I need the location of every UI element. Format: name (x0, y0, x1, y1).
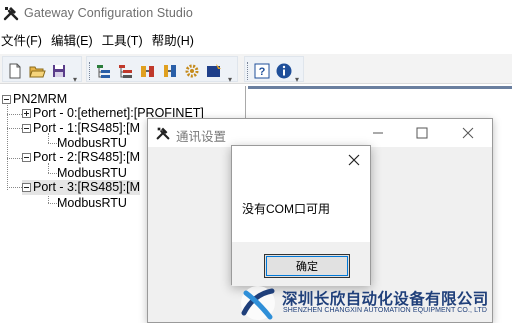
company-watermark: 深圳长欣自动化设备有限公司 SHENZHEN CHANGXIN AUTOMATI… (238, 283, 512, 323)
settings-gear-icon[interactable] (183, 62, 201, 80)
app-title: Gateway Configuration Studio (24, 6, 193, 20)
tools-icon (156, 127, 170, 140)
company-name-cn: 深圳长欣自动化设备有限公司 (282, 291, 489, 308)
add-port-icon[interactable] (95, 62, 113, 80)
tree-node-label: Port - 3:[RS485]:[M (33, 180, 140, 194)
menu-edit[interactable]: 编辑(E) (49, 30, 100, 49)
save-icon[interactable] (50, 62, 68, 80)
menu-tools[interactable]: 工具(T) (100, 30, 150, 49)
tree-leaf-label: ModbusRTU (57, 166, 127, 180)
toolbar-overflow-icon[interactable]: ▾ (295, 75, 299, 84)
tree-node-label: Port - 2:[RS485]:[M (33, 150, 140, 164)
message-text: 没有COM口可用 (242, 202, 330, 216)
collapse-icon[interactable] (22, 124, 31, 134)
toolbar: ▾ ▾ ? ▾ (0, 54, 512, 84)
tree-leaf-label: ModbusRTU (57, 196, 127, 210)
toolbar-grip[interactable] (247, 62, 250, 80)
remove-port-icon[interactable] (117, 62, 135, 80)
menu-file[interactable]: 文件(F) (0, 30, 49, 49)
tree-line (48, 143, 57, 144)
tree-root[interactable]: PN2MRM (2, 92, 67, 107)
toolbar-group-config: ▾ (86, 56, 238, 84)
ok-button[interactable]: 确定 (264, 254, 350, 278)
collapse-icon[interactable] (22, 153, 31, 163)
tree-node-port-3[interactable]: Port - 3:[RS485]:[M (22, 180, 140, 195)
help-icon[interactable]: ? (253, 62, 271, 80)
collapse-icon[interactable] (22, 183, 31, 193)
tools-icon (3, 7, 19, 21)
company-logo-icon (241, 286, 275, 320)
toolbar-grip[interactable] (89, 62, 92, 80)
menu-help[interactable]: 帮助(H) (150, 30, 201, 49)
tree-leaf-modbusrtu[interactable]: ModbusRTU (57, 166, 127, 181)
tree-leaf-modbusrtu[interactable]: ModbusRTU (57, 196, 127, 211)
maximize-icon[interactable] (412, 123, 432, 143)
tree-root-label: PN2MRM (13, 92, 68, 106)
toolbar-overflow-icon[interactable]: ▾ (73, 75, 77, 84)
company-name-en: SHENZHEN CHANGXIN AUTOMATION EQUIPMENT C… (283, 307, 488, 314)
message-box: 没有COM口可用 确定 (231, 145, 371, 286)
read-config-icon[interactable] (139, 62, 157, 80)
toolbar-overflow-icon[interactable]: ▾ (228, 75, 232, 84)
new-file-icon[interactable] (6, 62, 24, 80)
toolbar-group-help: ? ▾ (244, 56, 304, 84)
title-bar: Gateway Configuration Studio (0, 0, 512, 26)
comm-dialog-title: 通讯设置 (176, 130, 227, 144)
minimize-icon[interactable] (368, 123, 388, 143)
tree-node-port-2[interactable]: Port - 2:[RS485]:[M (22, 150, 140, 165)
tree-node-port-1[interactable]: Port - 1:[RS485]:[M (22, 121, 140, 136)
close-icon[interactable] (458, 123, 478, 143)
toolbar-group-file: ▾ (2, 56, 82, 84)
open-folder-icon[interactable] (28, 62, 46, 80)
collapse-icon[interactable] (2, 95, 11, 105)
tree-line (48, 173, 57, 174)
tree-line (48, 203, 57, 204)
comm-dialog-titlebar[interactable]: 通讯设置 (148, 119, 492, 147)
message-box-footer: 确定 (232, 242, 370, 286)
pane-divider (248, 86, 512, 89)
menu-bar: 文件(F) 编辑(E) 工具(T) 帮助(H) (0, 28, 512, 50)
tree-node-label: Port - 1:[RS485]:[M (33, 121, 140, 135)
tree-leaf-modbusrtu[interactable]: ModbusRTU (57, 136, 127, 151)
info-icon[interactable] (275, 62, 293, 80)
expand-icon[interactable] (22, 109, 31, 119)
tree-leaf-label: ModbusRTU (57, 136, 127, 150)
write-config-icon[interactable] (161, 62, 179, 80)
svg-text:?: ? (259, 66, 266, 78)
download-icon[interactable] (205, 62, 223, 80)
close-icon[interactable] (346, 152, 362, 168)
